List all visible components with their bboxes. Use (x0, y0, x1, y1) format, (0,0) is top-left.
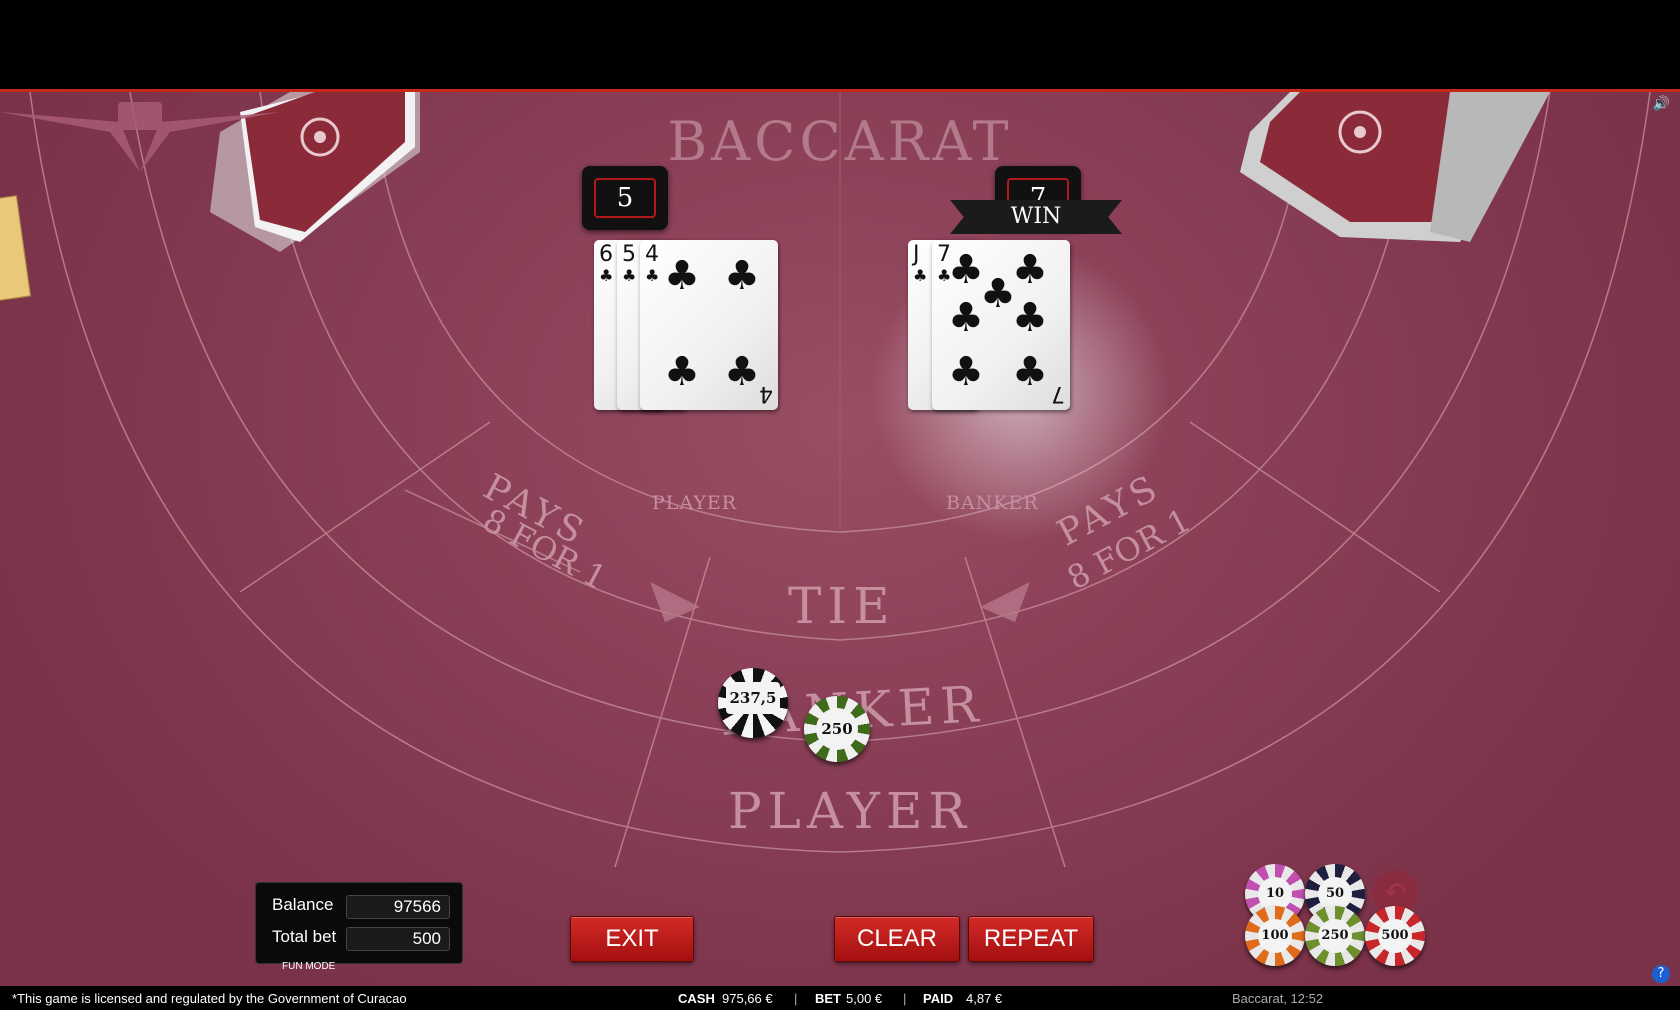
paid-label: PAID (923, 991, 954, 1006)
balance-label: Balance (272, 895, 334, 914)
bet-label: BET (815, 991, 841, 1006)
fun-mode-label: FUN MODE (282, 961, 336, 972)
balance-value: 97566 (346, 895, 450, 919)
tie-bet-area[interactable]: TIE (788, 577, 896, 635)
banker-bet-chip: 250 (804, 696, 870, 762)
banker-hand-label: BANKER (946, 492, 1039, 514)
total-bet-value: 500 (346, 927, 450, 951)
player-score: 5 (594, 178, 656, 218)
cash-label: CASH (678, 991, 715, 1006)
chip-100[interactable]: 100 (1245, 906, 1305, 966)
footer-separator-2: | (903, 991, 907, 1006)
speaker-icon[interactable]: 🔊 (1653, 96, 1670, 112)
banker-card-2: 7 ♣ ♣ ♣ ♣ ♣ ♣ ♣ ♣ 7 (932, 240, 1070, 410)
player-hand-label: PLAYER (652, 492, 738, 514)
eagle-emblem (0, 102, 280, 172)
cash-value: 975,66 € (722, 991, 773, 1006)
paid-value: 4,87 € (966, 991, 1003, 1006)
bet-value: 5,00 € (846, 991, 883, 1006)
chip-500[interactable]: 500 (1365, 906, 1425, 966)
exit-button[interactable]: EXIT (570, 916, 694, 962)
top-black-bar (0, 0, 1680, 89)
footer-separator-1: | (794, 991, 798, 1006)
license-text: *This game is licensed and regulated by … (12, 991, 407, 1006)
baccarat-table: BACCARAT 5 7 WIN 6 ♣ 5 ♣ 4 ♣ ♣ ♣ ♣ ♣ 4 J… (0, 92, 1680, 986)
player-bet-area[interactable]: PLAYER (728, 782, 972, 840)
chip-250[interactable]: 250 (1305, 906, 1365, 966)
payout-chip: 237,5 (718, 668, 788, 738)
game-title: BACCARAT (667, 110, 1013, 173)
right-card-shoe (1240, 92, 1550, 242)
win-ribbon: WIN (950, 200, 1122, 234)
player-card-3: 4 ♣ ♣ ♣ ♣ ♣ 4 (640, 240, 778, 410)
total-bet-label: Total bet (272, 927, 337, 946)
game-time: Baccarat, 12:52 (1232, 991, 1324, 1006)
repeat-button[interactable]: REPEAT (968, 916, 1094, 962)
clear-button[interactable]: CLEAR (834, 916, 960, 962)
player-score-box: 5 (582, 166, 668, 230)
footer-bar: *This game is licensed and regulated by … (0, 986, 1680, 1010)
help-icon[interactable]: ? (1652, 965, 1670, 983)
info-panel: Balance 97566 Total bet 500 (255, 882, 463, 964)
